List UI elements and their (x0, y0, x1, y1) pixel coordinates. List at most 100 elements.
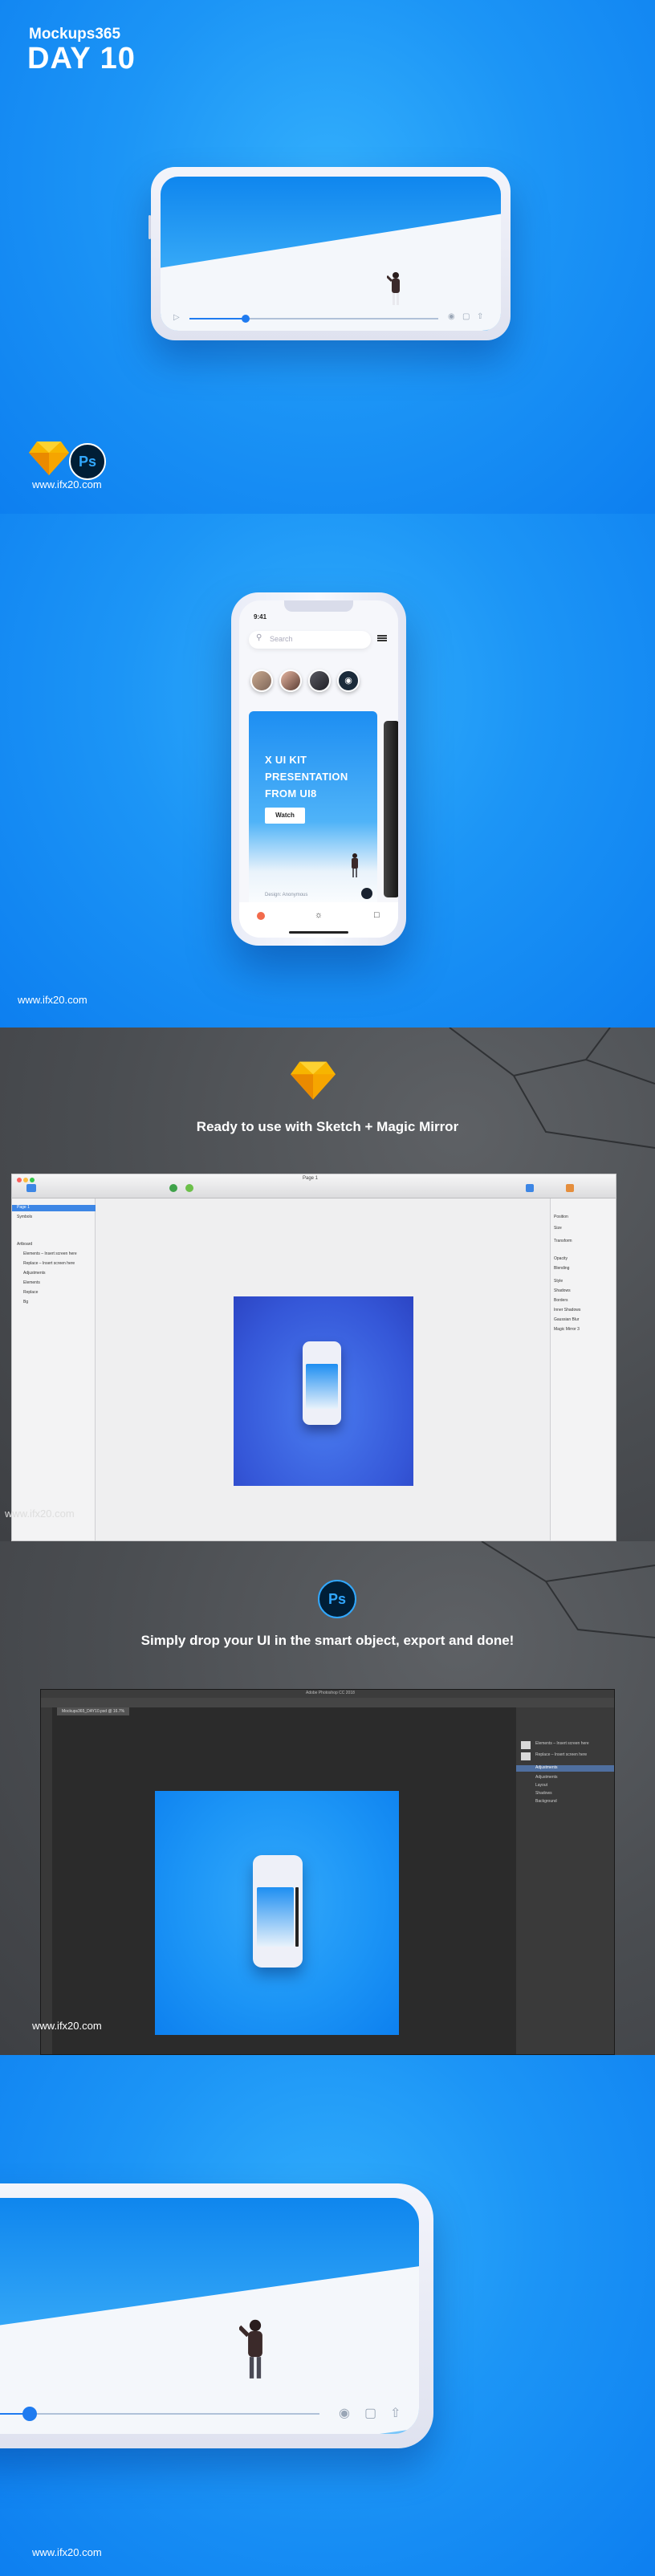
layer-row[interactable]: Elements (23, 1280, 40, 1287)
story-avatar[interactable] (250, 669, 273, 692)
card-title: X UI KIT PRESENTATION FROM UI8 (265, 751, 348, 802)
menu-icon[interactable] (377, 634, 387, 644)
inspector-row: Inner Shadows (554, 1308, 581, 1312)
ps-label: Ps (328, 1591, 347, 1607)
website-url[interactable]: www.ifx20.com (32, 478, 102, 490)
canvas-phone (253, 1855, 303, 1968)
presentation-card[interactable]: X UI KIT PRESENTATION FROM UI8 Watch Des… (249, 711, 377, 912)
share-icon[interactable]: ⇧ (477, 312, 483, 321)
ps-document-canvas[interactable] (155, 1791, 399, 2035)
create-symbol-icon[interactable] (169, 1184, 177, 1192)
progress-fill (0, 2413, 24, 2415)
search-input[interactable]: ⚲ Search (249, 631, 371, 649)
ps-side-panels: Adjustments Elements – Insert screen her… (516, 1707, 614, 2054)
sketch-artboard[interactable] (234, 1296, 413, 1486)
export-tool-icon[interactable] (566, 1184, 574, 1192)
search-placeholder: Search (270, 635, 293, 643)
ps-layer-thumb (521, 1741, 531, 1749)
sketch-toolbar: Page 1 (12, 1174, 616, 1198)
layer-row[interactable]: Bg (23, 1300, 28, 1306)
next-card[interactable] (384, 721, 398, 897)
watch-button[interactable]: Watch (265, 808, 305, 824)
fullscreen-icon[interactable]: ▢ (364, 2405, 376, 2421)
sketch-panel: Ready to use with Sketch + Magic Mirror … (0, 1028, 655, 1541)
skier-figure (239, 2319, 262, 2379)
inspector-row: Size (554, 1226, 562, 1231)
ps-layer-row[interactable]: Elements – Insert screen here (535, 1741, 589, 1748)
progress-fill (189, 318, 245, 319)
volume-icon[interactable]: ◉ (448, 312, 455, 321)
layer-row[interactable]: Elements – Insert screen here (23, 1251, 77, 1258)
website-url[interactable]: www.ifx20.com (5, 1508, 75, 1520)
window-zoom-button[interactable] (30, 1178, 35, 1182)
artboard-phone (303, 1341, 341, 1425)
website-url[interactable]: www.ifx20.com (18, 994, 87, 1006)
card-action-icon[interactable] (361, 888, 372, 899)
card-title-line: X UI KIT (265, 754, 307, 766)
closeup-landscape-phone: ◉ ▢ ⇧ (0, 2183, 433, 2448)
view-tool-icon[interactable] (526, 1184, 534, 1192)
story-avatar[interactable]: ◉ (337, 669, 360, 692)
inspector-row: Transform (554, 1239, 572, 1243)
share-icon[interactable]: ⇧ (390, 2405, 401, 2421)
ps-layer-row[interactable]: Shadows (535, 1791, 552, 1797)
window-close-button[interactable] (17, 1178, 22, 1182)
play-icon[interactable]: ▷ (173, 313, 180, 322)
ps-options-bar (41, 1698, 614, 1707)
progress-knob[interactable] (242, 315, 250, 323)
progress-track[interactable] (0, 2413, 319, 2415)
profile-tab-icon[interactable]: ☼ (315, 910, 323, 920)
inspector-row: Gaussian Blur (554, 1317, 580, 1322)
inspector-row: Shadows (554, 1288, 571, 1293)
insert-tool-icon[interactable] (26, 1184, 36, 1192)
landscape-phone-mockup: ▷ ◉ ▢ ⇧ (148, 167, 511, 340)
skier-figure (387, 272, 400, 305)
ps-label: Ps (78, 454, 97, 470)
ps-window-title: Adobe Photoshop CC 2018 (306, 1691, 355, 1695)
camera-icon: ◉ (344, 676, 352, 686)
inspector-panel: Position Size Transform Opacity Blending… (550, 1198, 616, 1540)
story-avatar[interactable] (279, 669, 302, 692)
photoshop-logo-badge: Ps (69, 443, 106, 480)
skier-figure (352, 853, 358, 877)
magic-mirror-row[interactable]: Magic Mirror 3 (554, 1327, 580, 1333)
video-controls: ◉ ▢ ⇧ (0, 2394, 419, 2434)
tab-bar: ☼ □ (239, 902, 398, 938)
edit-tool-icon[interactable] (185, 1184, 193, 1192)
layer-row-selected[interactable]: Page 1 (12, 1205, 96, 1211)
ps-layer-row-selected[interactable]: Adjustments (516, 1765, 614, 1772)
ps-layer-row[interactable]: Background (535, 1799, 557, 1805)
progress-track[interactable] (189, 318, 438, 319)
photoshop-panel: Ps Simply drop your UI in the smart obje… (0, 1541, 655, 2055)
page-title: DAY 10 (27, 42, 136, 75)
layer-row[interactable]: Adjustments (23, 1271, 46, 1277)
layer-row[interactable]: Replace – Insert screen here (23, 1261, 75, 1268)
window-minimize-button[interactable] (23, 1178, 28, 1182)
ps-document-tab[interactable]: Mockups365_DAY10.psd @ 16.7% (57, 1707, 130, 1715)
home-tab-icon[interactable] (257, 912, 265, 920)
home-indicator (289, 931, 348, 934)
ps-title-bar: Adobe Photoshop CC 2018 (41, 1690, 614, 1698)
ps-layer-row[interactable]: Layout (535, 1783, 547, 1789)
side-button (148, 215, 151, 239)
story-avatar[interactable] (308, 669, 331, 692)
portrait-panel: 9:41 ⚲ Search ◉ X UI KIT PRESENTATION FR… (0, 514, 655, 1028)
layer-row[interactable]: Replace (23, 1290, 38, 1296)
ps-layer-row[interactable]: Replace – Insert screen here (535, 1752, 587, 1759)
layer-row[interactable]: Artboard (17, 1242, 32, 1248)
card-title-line: FROM UI8 (265, 787, 317, 800)
website-url[interactable]: www.ifx20.com (32, 2020, 102, 2032)
status-time: 9:41 (254, 613, 267, 621)
progress-knob[interactable] (22, 2407, 37, 2421)
portrait-phone-mockup: 9:41 ⚲ Search ◉ X UI KIT PRESENTATION FR… (231, 592, 406, 946)
sketch-logo-badge (29, 440, 69, 479)
website-url[interactable]: www.ifx20.com (32, 2546, 102, 2558)
video-controls: ▷ ◉ ▢ ⇧ (161, 307, 501, 331)
brand-name: Mockups365 (29, 26, 121, 43)
photoshop-app-window: Adobe Photoshop CC 2018 Mockups365_DAY10… (40, 1689, 615, 2055)
layer-row[interactable]: Symbols (17, 1215, 32, 1221)
bookmark-tab-icon[interactable]: □ (374, 910, 380, 920)
fullscreen-icon[interactable]: ▢ (462, 312, 470, 321)
ps-layer-row[interactable]: Adjustments (535, 1775, 558, 1781)
volume-icon[interactable]: ◉ (339, 2405, 350, 2421)
